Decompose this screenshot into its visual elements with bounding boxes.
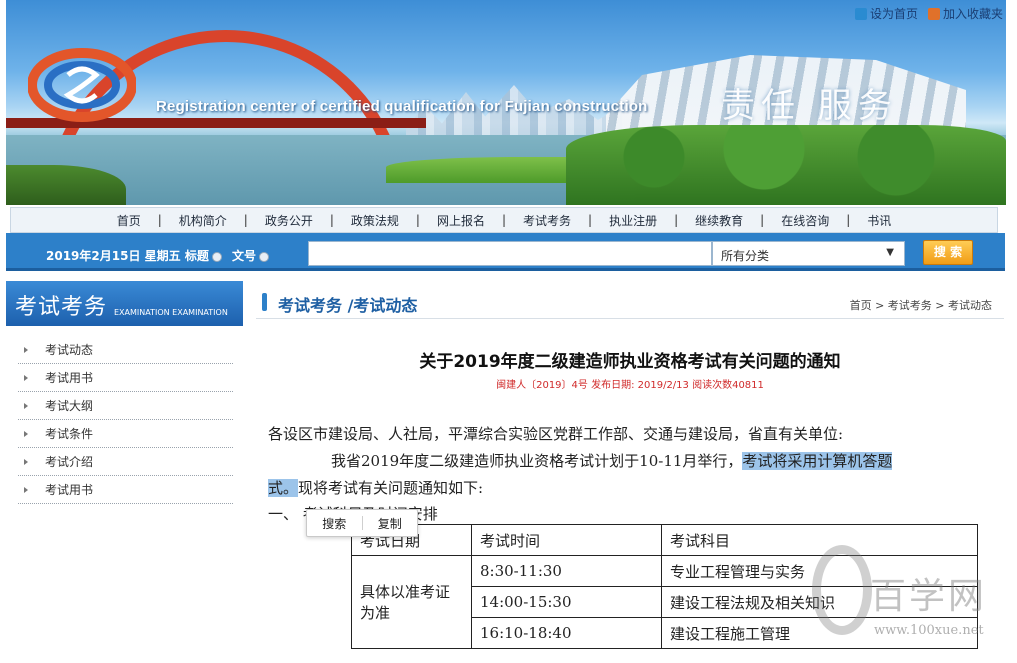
category-selected: 所有分类 [721,249,770,263]
sidebar-item-exam-conditions[interactable]: 考试条件 [18,420,233,448]
article-title: 关于2019年度二级建造师执业资格考试有关问题的通知 [419,352,841,372]
nav-policies[interactable]: 政策法规 [334,212,416,229]
table-header-row: 考试日期 考试时间 考试科目 [351,524,978,556]
nav-continuing-education[interactable]: 继续教育 [678,212,760,229]
nav-book-news[interactable]: 书讯 [850,212,908,229]
subject-cell: 建设工程施工管理 [661,617,978,649]
nav-public-affairs[interactable]: 政务公开 [248,212,330,229]
sidebar-item-exam-books-2[interactable]: 考试用书 [18,476,233,504]
dropdown-arrow-icon: ▼ [886,247,894,258]
time-cell: 14:00-15:30 [471,586,662,618]
nav-home[interactable]: 首页 [100,212,158,229]
add-favorite-label: 加入收藏夹 [942,7,1003,21]
sidebar-item-label: 考试条件 [45,427,94,441]
bullet-arrow-icon [24,403,28,409]
radio-title[interactable] [211,251,222,262]
site-english-title: Registration center of certified qualifi… [156,98,648,115]
bullet-arrow-icon [24,375,28,381]
paragraph-2[interactable]: 式。现将考试有关问题通知如下: [268,477,483,498]
paragraph-1[interactable]: 我省2019年度二级建造师执业资格考试计划于10-11月举行，考试将采用计算机答… [331,450,893,471]
radio-docno[interactable] [259,251,270,262]
sidebar-item-label: 考试大纲 [45,399,94,413]
radio-docno-label: 文号 [232,249,257,263]
add-favorite-link[interactable]: 加入收藏夹 [927,5,1003,22]
sidebar-header: 考试考务 EXAMINATION EXAMINATION [6,281,243,326]
selection-popup: 搜索 复制 [306,509,418,537]
nav-about[interactable]: 机构简介 [162,212,244,229]
sidebar-list: 考试动态 考试用书 考试大纲 考试条件 考试介绍 考试用书 [18,336,233,504]
sidebar-title: 考试考务 [15,295,108,320]
time-cell: 16:10-18:40 [471,617,662,649]
search-bar: 2019年2月15日 星期五 标题 文号 所有分类 ▼ 搜 索 [6,233,1005,271]
sidebar-item-label: 考试用书 [45,371,94,385]
sidebar-item-label: 考试用书 [45,483,94,497]
bullet-arrow-icon [24,431,28,437]
category-select[interactable]: 所有分类 ▼ [712,241,905,266]
bullet-arrow-icon [24,347,28,353]
sidebar-item-exam-intro[interactable]: 考试介绍 [18,448,233,476]
selected-text[interactable]: 考试将采用计算机答题 [742,452,893,470]
trees [566,125,1006,205]
search-input[interactable] [308,241,712,266]
time-cell: 8:30-11:30 [471,555,662,587]
paragraph-2-text: 现将考试有关问题通知如下: [298,479,484,497]
header-banner: Registration center of certified qualifi… [6,0,1006,205]
subject-cell: 建设工程法规及相关知识 [661,586,978,618]
nav-exams[interactable]: 考试考务 [506,212,588,229]
popup-search-button[interactable]: 搜索 [307,515,362,532]
article-meta: 闽建人〔2019〕4号 发布日期: 2019/2/13 阅读次数40811 [496,380,764,391]
table-row: 具体以准考证为准 8:30-11:30 专业工程管理与实务 [351,555,978,649]
section-marker [262,293,267,311]
main-nav: 首页 | 机构简介 | 政务公开 | 政策法规 | 网上报名 | 考试考务 | 执业注册 | … [10,207,998,233]
subject-cell: 专业工程管理与实务 [661,555,978,587]
section-title: 考试考务 /考试动态 [278,296,418,315]
top-links: 设为首页 加入收藏夹 [854,5,1003,22]
sidebar-title-en: EXAMINATION EXAMINATION [114,308,228,317]
date-and-search-options: 2019年2月15日 星期五 标题 文号 [46,247,275,264]
popup-copy-button[interactable]: 复制 [363,515,418,532]
sidebar-item-exam-outline[interactable]: 考试大纲 [18,392,233,420]
set-home-label: 设为首页 [869,7,918,21]
header-exam-time: 考试时间 [471,524,662,556]
exam-schedule-table: 考试日期 考试时间 考试科目 具体以准考证为准 8:30-11:30 专业工程管… [351,524,978,649]
merged-date-cell: 具体以准考证为准 [351,555,472,649]
radio-title-label: 标题 [184,249,209,263]
nav-practice-registration[interactable]: 执业注册 [592,212,674,229]
selected-text-continued[interactable]: 式。 [268,479,299,497]
nav-online-consult[interactable]: 在线咨询 [764,212,846,229]
bullet-arrow-icon [24,487,28,493]
sidebar-item-exam-news[interactable]: 考试动态 [18,336,233,364]
set-home-link[interactable]: 设为首页 [854,5,918,22]
header-exam-subject: 考试科目 [661,524,978,556]
home-icon [854,7,867,20]
breadcrumb[interactable]: 首页 > 考试考务 > 考试动态 [850,297,992,313]
bullet-arrow-icon [24,459,28,465]
sidebar-item-label: 考试动态 [45,343,94,357]
site-logo-icon[interactable] [28,45,136,125]
current-date: 2019年2月15日 星期五 [46,249,181,263]
section-header: 考试考务 /考试动态 首页 > 考试考务 > 考试动态 [256,283,1004,319]
search-button[interactable]: 搜 索 [923,240,973,265]
paragraph-1-text: 我省2019年度二级建造师执业资格考试计划于10-11月举行， [331,452,743,470]
sidebar-item-label: 考试介绍 [45,455,94,469]
salutation: 各设区市建设局、人社局，平潭综合实验区党群工作部、交通与建设局，省直有关单位: [268,425,844,443]
nav-online-registration[interactable]: 网上报名 [420,212,502,229]
slogan: 责任 服务 [721,86,898,126]
favorite-icon [927,7,940,20]
sidebar-item-exam-books[interactable]: 考试用书 [18,364,233,392]
